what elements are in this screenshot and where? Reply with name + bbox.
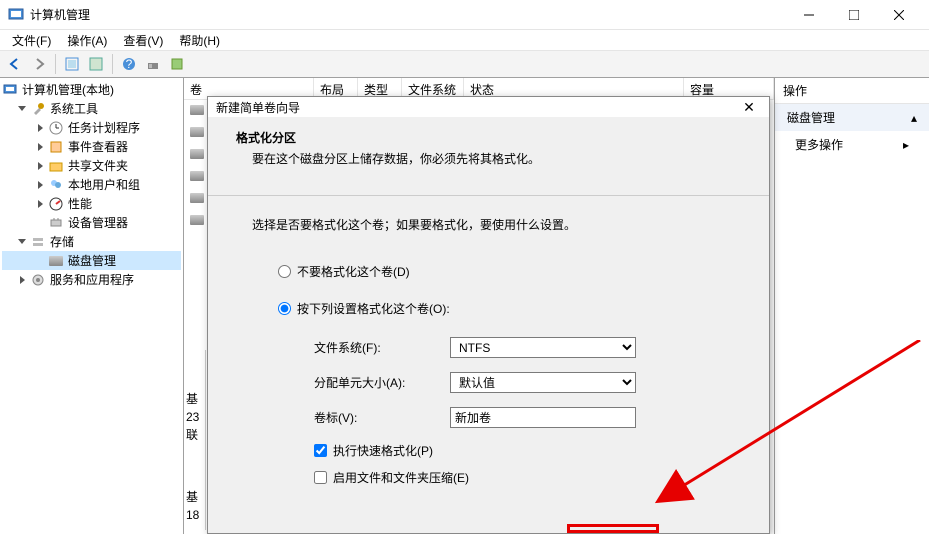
quick-format-checkbox[interactable] [314,444,327,457]
chevron-down-icon[interactable] [16,103,28,115]
back-button[interactable] [4,53,26,75]
dialog-heading: 格式化分区 [236,129,741,146]
disk-icon [190,127,204,137]
chevron-right-icon[interactable] [34,122,46,134]
svg-text:?: ? [126,57,133,71]
chevron-right-icon[interactable] [34,179,46,191]
folder-icon [48,158,64,174]
action-diskmgmt[interactable]: 磁盘管理 ▴ [775,104,929,131]
dialog-desc: 要在这个磁盘分区上储存数据，你必须先将其格式化。 [252,150,741,167]
chevron-down-icon[interactable] [16,236,28,248]
toolbar-icon1[interactable] [61,53,83,75]
tree-root[interactable]: 计算机管理(本地) [2,80,181,99]
device-icon [48,215,64,231]
users-icon [48,177,64,193]
volume-label-input[interactable] [450,407,636,428]
action-more[interactable]: 更多操作 ▸ [775,131,929,158]
actions-panel: 操作 磁盘管理 ▴ 更多操作 ▸ [774,78,929,534]
forward-button[interactable] [28,53,50,75]
compress-check[interactable]: 启用文件和文件夹压缩(E) [314,469,741,486]
menubar: 文件(F) 操作(A) 查看(V) 帮助(H) [0,30,929,50]
window-title: 计算机管理 [30,6,786,23]
radio-yes-format-input[interactable] [278,302,291,315]
tree-diskmgmt[interactable]: 磁盘管理 [2,251,181,270]
maximize-button[interactable] [831,1,876,29]
tree-eventviewer[interactable]: 事件查看器 [2,137,181,156]
computer-icon [2,82,18,98]
tree-localusers[interactable]: 本地用户和组 [2,175,181,194]
radio-yes-format[interactable]: 按下列设置格式化这个卷(O): [278,300,741,317]
services-icon [30,272,46,288]
toolbar-icon3[interactable] [142,53,164,75]
app-icon [8,7,24,23]
radio-no-format-input[interactable] [278,265,291,278]
clock-icon [48,120,64,136]
event-icon [48,139,64,155]
tree-tools[interactable]: 系统工具 [2,99,181,118]
dialog-title: 新建简单卷向导 [216,99,737,116]
tree-devicemgr[interactable]: 设备管理器 [2,213,181,232]
alloc-label: 分配单元大小(A): [314,374,450,391]
annotation-highlight-box [567,524,659,533]
volume-label: 卷标(V): [314,409,450,426]
dialog-instruction: 选择是否要格式化这个卷；如果要格式化，要使用什么设置。 [252,216,741,233]
minimize-button[interactable] [786,1,831,29]
menu-help[interactable]: 帮助(H) [171,30,228,51]
tree-storage[interactable]: 存储 [2,232,181,251]
fs-label: 文件系统(F): [314,339,450,356]
disk-icon [190,171,204,181]
chevron-right-icon[interactable] [34,141,46,153]
toolbar: ? [0,50,929,78]
chevron-right-icon: ▸ [903,138,909,152]
menu-view[interactable]: 查看(V) [115,30,171,51]
menu-file[interactable]: 文件(F) [4,30,59,51]
quick-format-check[interactable]: 执行快速格式化(P) [314,442,741,459]
disk-icon [190,149,204,159]
tree-performance[interactable]: 性能 [2,194,181,213]
close-button[interactable] [876,1,921,29]
tree-sharedfolders[interactable]: 共享文件夹 [2,156,181,175]
toolbar-icon4[interactable] [166,53,188,75]
disk-icon [190,105,204,115]
menu-action[interactable]: 操作(A) [59,30,115,51]
wizard-dialog: 新建简单卷向导 ✕ 格式化分区 要在这个磁盘分区上储存数据，你必须先将其格式化。… [207,96,770,534]
tree-schedule[interactable]: 任务计划程序 [2,118,181,137]
disk-icon [190,215,204,225]
storage-icon [30,234,46,250]
collapse-icon: ▴ [911,111,917,125]
disk-summary: 基 23 联 基 18 [184,350,206,530]
actions-header: 操作 [775,78,929,104]
disk-icon [48,253,64,269]
tree-services[interactable]: 服务和应用程序 [2,270,181,289]
tree-panel: 计算机管理(本地) 系统工具 任务计划程序 事件查看器 共享文件夹 本地用户和组 [0,78,184,534]
performance-icon [48,196,64,212]
help-icon[interactable]: ? [118,53,140,75]
dialog-close-button[interactable]: ✕ [737,98,761,116]
filesystem-select[interactable]: NTFS [450,337,636,358]
refresh-button[interactable] [85,53,107,75]
chevron-right-icon[interactable] [34,198,46,210]
allocation-select[interactable]: 默认值 [450,372,636,393]
chevron-right-icon[interactable] [34,160,46,172]
chevron-right-icon[interactable] [16,274,28,286]
radio-no-format[interactable]: 不要格式化这个卷(D) [278,263,741,280]
wrench-icon [30,101,46,117]
disk-icon [190,193,204,203]
titlebar: 计算机管理 [0,0,929,30]
compress-checkbox[interactable] [314,471,327,484]
